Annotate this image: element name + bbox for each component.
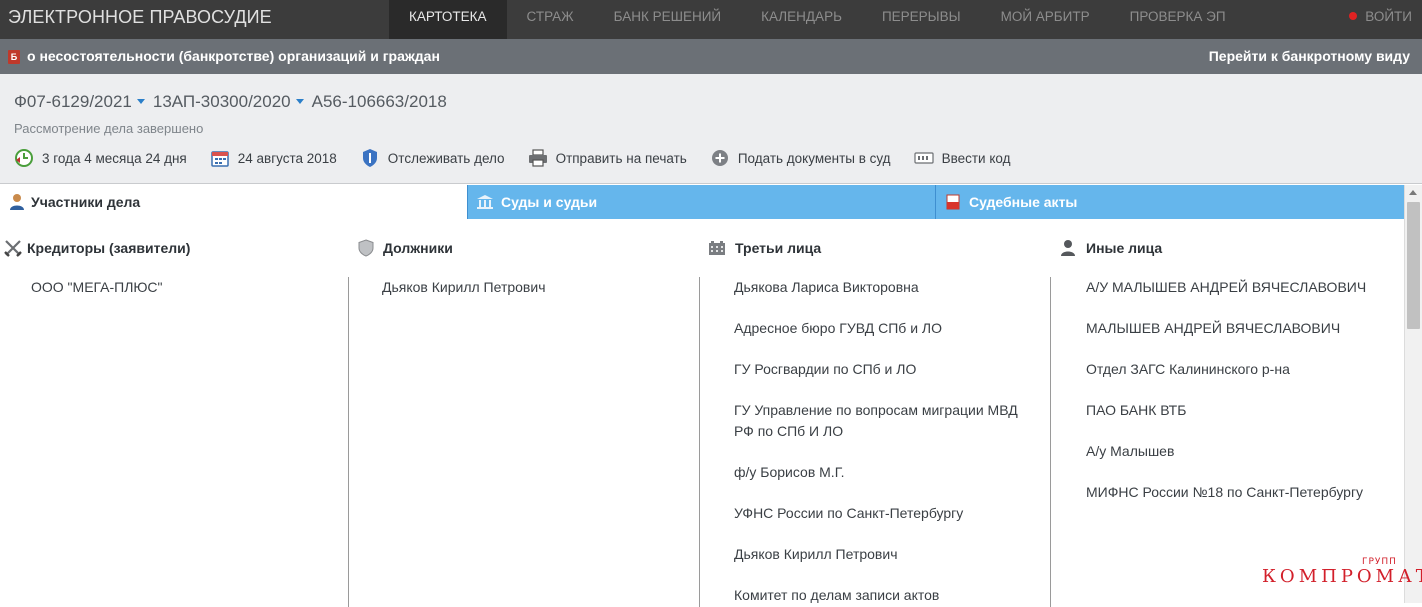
case-numbers: Ф07-6129/2021 13АП-30300/2020 А56-106663… xyxy=(14,92,455,112)
nav-item-proverka-ep[interactable]: ПРОВЕРКА ЭП xyxy=(1110,0,1246,39)
list-item[interactable]: Дьяков Кирилл Петрович xyxy=(734,544,1034,565)
submit-documents-label: Подать документы в суд xyxy=(737,150,891,166)
list-item[interactable]: ГУ Росгвардии по СПб и ЛО xyxy=(734,359,1034,380)
case-header: Ф07-6129/2021 13АП-30300/2020 А56-106663… xyxy=(0,74,1422,184)
list-item[interactable]: А/у Малышев xyxy=(1086,441,1386,462)
top-bar: ЭЛЕКТРОННОЕ ПРАВОСУДИЕ КАРТОТЕКА СТРАЖ Б… xyxy=(0,0,1422,39)
tab-courts-judges-label: Суды и судьи xyxy=(501,194,598,210)
case-number-text: Ф07-6129/2021 xyxy=(14,92,132,111)
pdf-icon xyxy=(944,193,962,211)
creditors-header: Кредиторы (заявители) xyxy=(0,229,350,267)
creditors-list: ООО "МЕГА-ПЛЮС" xyxy=(31,277,331,607)
case-number-appeal[interactable]: 13АП-30300/2020 xyxy=(153,92,304,112)
list-item[interactable]: Адресное бюро ГУВД СПб и ЛО xyxy=(734,318,1034,339)
scroll-thumb[interactable] xyxy=(1407,202,1420,329)
nav-item-moy-arbitr[interactable]: МОЙ АРБИТР xyxy=(981,0,1110,39)
list-item[interactable]: Дьякова Лариса Викторовна xyxy=(734,277,1034,298)
list-item[interactable]: МАЛЫШЕВ АНДРЕЙ ВЯЧЕСЛАВОВИЧ xyxy=(1086,318,1386,339)
list-item[interactable]: ф/у Борисов М.Г. xyxy=(734,462,1034,483)
third-parties-list: Дьякова Лариса Викторовна Адресное бюро … xyxy=(699,277,1034,607)
printer-icon xyxy=(528,148,548,168)
list-item[interactable]: Дьяков Кирилл Петрович xyxy=(382,277,682,298)
nav-item-strazh[interactable]: СТРАЖ xyxy=(507,0,594,39)
bankruptcy-badge-icon: Б xyxy=(8,50,20,64)
nav-item-calendar[interactable]: КАЛЕНДАРЬ xyxy=(741,0,862,39)
status-dot-icon xyxy=(1349,12,1358,20)
calendar-icon xyxy=(210,148,230,168)
building-icon xyxy=(708,239,726,257)
app-title[interactable]: ЭЛЕКТРОННОЕ ПРАВОСУДИЕ xyxy=(8,7,272,28)
case-number-text: 13АП-30300/2020 xyxy=(152,92,291,111)
scroll-up-arrow-icon[interactable] xyxy=(1409,190,1417,195)
debtors-title: Должники xyxy=(383,240,453,256)
vertical-scrollbar[interactable] xyxy=(1404,185,1422,603)
case-status: Рассмотрение дела завершено xyxy=(14,121,204,136)
case-tabs: Участники дела Суды и судьи Судебные акт… xyxy=(0,185,1405,219)
track-case-button[interactable]: Отслеживать дело xyxy=(360,148,505,168)
creditors-column: Кредиторы (заявители) ООО "МЕГА-ПЛЮС" xyxy=(0,229,350,295)
list-item[interactable]: ПАО БАНК ВТБ xyxy=(1086,400,1386,421)
list-item[interactable]: Отдел ЗАГС Калининского р-на xyxy=(1086,359,1386,380)
shield-icon xyxy=(357,239,375,257)
case-number-text: А56-106663/2018 xyxy=(311,92,447,111)
case-actions: 3 года 4 месяца 24 дня 24 августа 2018 О… xyxy=(14,148,1033,168)
debtors-column: Должники Дьяков Кирилл Петрович xyxy=(348,229,702,607)
creditors-title: Кредиторы (заявители) xyxy=(27,240,191,256)
shield-icon xyxy=(360,148,380,168)
watermark: КОМПРОМАТ xyxy=(1262,566,1422,587)
other-parties-list: А/У МАЛЫШЕВ АНДРЕЙ ВЯЧЕСЛАВОВИЧ МАЛЫШЕВ … xyxy=(1050,277,1386,607)
plus-circle-icon xyxy=(710,148,730,168)
swords-icon xyxy=(4,239,22,257)
list-item[interactable]: ГУ Управление по вопросам миграции МВД Р… xyxy=(734,400,1034,442)
case-number-first-instance[interactable]: А56-106663/2018 xyxy=(312,92,447,112)
track-case-label: Отслеживать дело xyxy=(387,150,505,166)
tab-participants-label: Участники дела xyxy=(31,194,141,210)
nav-item-pereryvy[interactable]: ПЕРЕРЫВЫ xyxy=(862,0,981,39)
enter-code-button[interactable]: Ввести код xyxy=(913,148,1011,168)
date-label: 24 августа 2018 xyxy=(237,150,337,166)
other-parties-column: Иные лица А/У МАЛЫШЕВ АНДРЕЙ ВЯЧЕСЛАВОВИ… xyxy=(1050,229,1404,607)
print-label: Отправить на печать xyxy=(555,150,687,166)
other-parties-title: Иные лица xyxy=(1086,240,1163,256)
submit-documents-button[interactable]: Подать документы в суд xyxy=(710,148,891,168)
list-item[interactable]: МИФНС России №18 по Санкт-Петербургу xyxy=(1086,482,1386,503)
case-type-bar: Б о несостоятельности (банкротстве) орга… xyxy=(0,39,1422,74)
nav-item-bank-resheniy[interactable]: БАНК РЕШЕНИЙ xyxy=(594,0,741,39)
tab-participants[interactable]: Участники дела xyxy=(0,185,467,219)
other-parties-header: Иные лица xyxy=(1054,229,1404,267)
debtors-header: Должники xyxy=(352,229,702,267)
date-action[interactable]: 24 августа 2018 xyxy=(210,148,337,168)
debtors-list: Дьяков Кирилл Петрович xyxy=(348,277,682,607)
enter-code-label: Ввести код xyxy=(941,150,1011,166)
duration-label: 3 года 4 месяца 24 дня xyxy=(42,150,187,166)
chevron-down-icon xyxy=(295,99,304,104)
login-label: ВОЙТИ xyxy=(1365,9,1412,24)
person-icon xyxy=(8,193,26,211)
third-parties-column: Третьи лица Дьякова Лариса Викторовна Ад… xyxy=(699,229,1053,607)
person-icon xyxy=(1059,239,1077,257)
list-item[interactable]: ООО "МЕГА-ПЛЮС" xyxy=(31,277,331,298)
tab-court-acts[interactable]: Судебные акты xyxy=(935,185,1405,219)
third-parties-header: Третьи лица xyxy=(703,229,1053,267)
chevron-down-icon xyxy=(136,99,145,104)
nav-item-kartoteka[interactable]: КАРТОТЕКА xyxy=(389,0,507,39)
print-button[interactable]: Отправить на печать xyxy=(528,148,687,168)
login-button[interactable]: ВОЙТИ xyxy=(1349,0,1412,39)
tab-courts-judges[interactable]: Суды и судьи xyxy=(467,185,935,219)
tab-court-acts-label: Судебные акты xyxy=(969,194,1078,210)
code-icon xyxy=(913,148,934,168)
courthouse-icon xyxy=(476,193,494,211)
case-number-cassation[interactable]: Ф07-6129/2021 xyxy=(14,92,145,112)
duration-action[interactable]: 3 года 4 месяца 24 дня xyxy=(14,148,187,168)
main-nav: КАРТОТЕКА СТРАЖ БАНК РЕШЕНИЙ КАЛЕНДАРЬ П… xyxy=(389,0,1246,39)
third-parties-title: Третьи лица xyxy=(735,240,822,256)
case-type-title: о несостоятельности (банкротстве) органи… xyxy=(27,48,440,64)
list-item[interactable]: А/У МАЛЫШЕВ АНДРЕЙ ВЯЧЕСЛАВОВИЧ xyxy=(1086,277,1386,298)
duration-icon xyxy=(14,148,34,168)
bankruptcy-view-link[interactable]: Перейти к банкротному виду xyxy=(1209,48,1410,64)
list-item[interactable]: УФНС России по Санкт-Петербургу xyxy=(734,503,1034,524)
